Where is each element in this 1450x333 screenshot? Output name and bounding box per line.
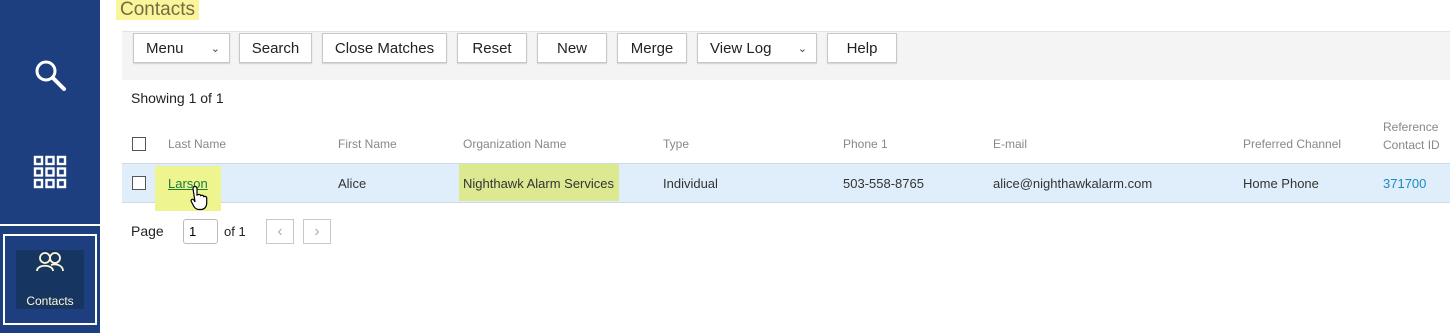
cell-type: Individual bbox=[663, 176, 718, 191]
reference-contact-id-link[interactable]: 371700 bbox=[1383, 176, 1426, 191]
view-log-dropdown[interactable]: View Log ⌄ bbox=[697, 33, 817, 63]
cell-email: alice@nighthawkalarm.com bbox=[993, 176, 1153, 191]
menu-dropdown[interactable]: Menu ⌄ bbox=[133, 33, 230, 63]
column-header-last-name[interactable]: Last Name bbox=[168, 137, 226, 151]
column-header-first-name[interactable]: First Name bbox=[338, 137, 397, 151]
view-log-label: View Log bbox=[710, 39, 772, 57]
cell-organization: Nighthawk Alarm Services bbox=[463, 176, 614, 191]
search-icon bbox=[35, 60, 66, 91]
column-header-reference-contact-id[interactable]: Reference Contact ID bbox=[1383, 118, 1440, 154]
previous-page-button[interactable]: ‹ bbox=[266, 219, 294, 244]
close-matches-button[interactable]: Close Matches bbox=[322, 33, 447, 63]
reset-button[interactable]: Reset bbox=[457, 33, 527, 63]
page-number-input[interactable] bbox=[183, 219, 218, 244]
next-page-button[interactable]: › bbox=[303, 219, 331, 244]
chevron-down-icon: ⌄ bbox=[210, 43, 220, 55]
nav-contacts[interactable]: Contacts bbox=[3, 234, 97, 325]
new-button[interactable]: New bbox=[537, 33, 607, 63]
page-label: Page bbox=[131, 223, 164, 239]
results-count: Showing 1 of 1 bbox=[131, 90, 224, 106]
row-checkbox[interactable] bbox=[132, 176, 146, 190]
merge-button[interactable]: Merge bbox=[617, 33, 687, 63]
cell-first-name: Alice bbox=[338, 176, 367, 191]
chevron-left-icon: ‹ bbox=[277, 222, 283, 240]
column-header-reference-line1: Reference bbox=[1383, 120, 1439, 134]
grid-icon bbox=[33, 155, 67, 189]
sidebar: Contacts bbox=[0, 0, 100, 333]
search-button[interactable]: Search bbox=[239, 33, 312, 63]
page-title: Contacts bbox=[116, 0, 199, 20]
column-header-type[interactable]: Type bbox=[663, 137, 689, 151]
nav-contacts-label: Contacts bbox=[26, 294, 74, 308]
cell-preferred-channel: Home Phone bbox=[1243, 176, 1319, 191]
help-button[interactable]: Help bbox=[827, 33, 897, 63]
column-header-preferred-channel[interactable]: Preferred Channel bbox=[1243, 137, 1341, 151]
hand-cursor-icon bbox=[190, 185, 208, 211]
column-header-organization[interactable]: Organization Name bbox=[463, 137, 566, 151]
column-header-email[interactable]: E-mail bbox=[993, 137, 1027, 151]
column-header-phone1[interactable]: Phone 1 bbox=[843, 137, 888, 151]
toolbar: Menu ⌄ Search Close Matches Reset New Me… bbox=[122, 31, 1450, 80]
nav-contacts-panel: Contacts bbox=[16, 250, 84, 309]
page-of-label: of 1 bbox=[224, 224, 246, 239]
column-header-reference-line2: Contact ID bbox=[1383, 138, 1440, 152]
cell-phone1: 503-558-8765 bbox=[843, 176, 924, 191]
menu-label: Menu bbox=[146, 39, 184, 57]
chevron-right-icon: › bbox=[314, 222, 320, 240]
contacts-icon bbox=[36, 252, 64, 272]
sidebar-divider bbox=[0, 224, 100, 226]
chevron-down-icon: ⌄ bbox=[797, 43, 807, 55]
nav-apps[interactable] bbox=[0, 118, 100, 226]
select-all-checkbox[interactable] bbox=[132, 137, 146, 151]
